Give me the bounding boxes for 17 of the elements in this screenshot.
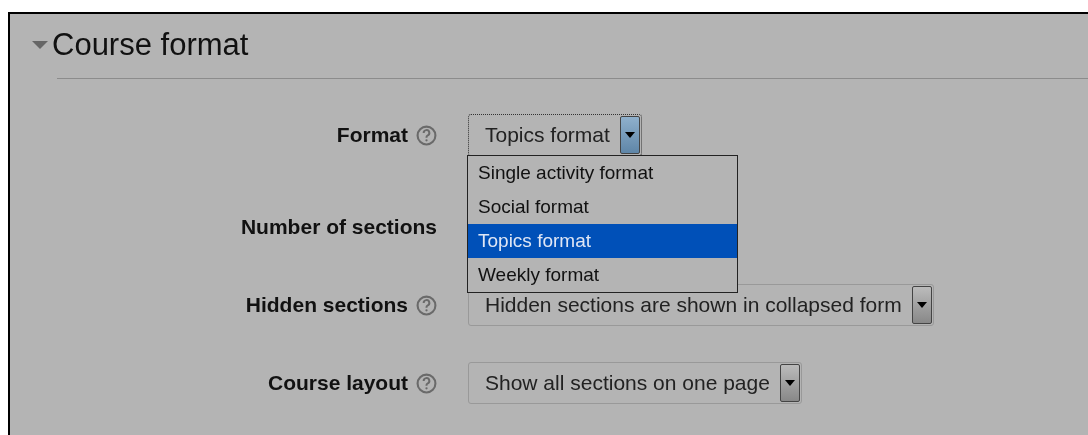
dropdown-arrow-icon <box>916 302 927 308</box>
dropdown-arrow-icon <box>624 132 635 138</box>
field-label: Hidden sections <box>245 293 408 317</box>
help-icon[interactable] <box>416 294 437 316</box>
dropdown-option[interactable]: Single activity format <box>468 156 737 190</box>
section-title: Course format <box>52 28 249 62</box>
dropdown-select[interactable]: Topics format <box>468 114 642 156</box>
field-label: Course layout <box>267 371 408 395</box>
field-label: Number of sections <box>240 215 437 239</box>
dropdown-option[interactable]: Topics format <box>468 224 737 258</box>
help-icon[interactable] <box>416 124 437 146</box>
collapse-caret-icon[interactable] <box>32 40 48 50</box>
dropdown-option[interactable]: Social format <box>468 190 737 224</box>
dropdown-select[interactable]: Show all sections on one page <box>468 362 802 404</box>
dropdown-arrow-icon <box>784 380 795 386</box>
field-label: Format <box>336 123 408 147</box>
help-icon[interactable] <box>416 372 437 394</box>
